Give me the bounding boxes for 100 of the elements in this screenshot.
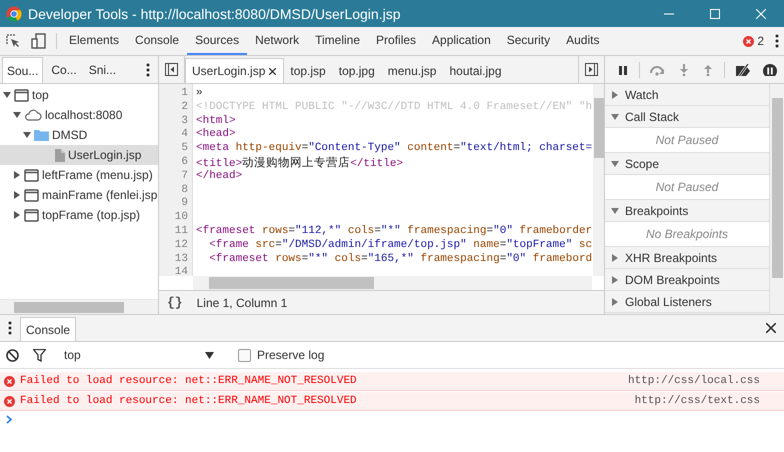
step-out-icon [702, 64, 714, 76]
dropdown-icon [205, 352, 214, 358]
step-over-icon [650, 64, 666, 76]
code-line: » [196, 87, 204, 101]
expanded-arrow-icon[interactable] [23, 131, 31, 139]
empty-message: Not Paused [656, 180, 718, 194]
line-number: 12 [174, 238, 189, 253]
file-tab[interactable]: menu.jsp [382, 58, 444, 83]
panel-tab[interactable]: Console [127, 27, 188, 55]
code-line: <title>动漫购物网上专营店</title> [196, 156, 404, 170]
clear-icon [6, 348, 19, 362]
scrollbar[interactable] [0, 299, 158, 314]
context-dropdown[interactable]: top [52, 348, 220, 362]
panel-tab[interactable]: Audits [558, 27, 608, 55]
frame-icon [24, 208, 39, 222]
code-line: <frameset rows="112,*" cols="*" framespacing="0" frameborder [196, 224, 593, 239]
more-icon [8, 321, 12, 335]
console-tab[interactable]: Console [20, 317, 76, 341]
scrollbar[interactable] [769, 84, 784, 314]
pause-on-exceptions-icon [763, 64, 777, 76]
line-number: 9 [180, 197, 189, 212]
navigator-tab[interactable]: Co... [47, 57, 81, 83]
file-icon [55, 148, 65, 162]
code-line: <!DOCTYPE HTML PUBLIC "-//W3C//DTD HTML 4.0 Frameset//EN" "h [196, 100, 593, 115]
line-number: 5 [180, 142, 189, 156]
frame-icon [24, 188, 39, 202]
panel-tab[interactable]: Application [424, 27, 499, 55]
tree-item[interactable]: mainFrame (fenlei.jsp [0, 185, 158, 205]
pretty-print-button[interactable]: {} [167, 295, 183, 310]
collapsed-arrow-icon[interactable] [13, 191, 21, 199]
line-number: 7 [180, 170, 189, 184]
tree-item[interactable]: localhost:8080 [0, 105, 158, 125]
error-count: 2 [757, 34, 764, 48]
line-number: 11 [174, 224, 189, 239]
code-line: <frameset rows="*" cols="165,*" framespacing="0" framebord [208, 252, 593, 266]
expanded-arrow-icon[interactable] [611, 160, 619, 168]
expanded-arrow-icon[interactable] [13, 111, 21, 119]
line-number: 1 [180, 87, 189, 101]
line-number: 2 [180, 100, 189, 115]
step-into-icon [678, 64, 690, 76]
line-number: 6 [180, 156, 189, 170]
collapsed-arrow-icon[interactable] [611, 90, 619, 98]
deactivate-breakpoints-icon [735, 64, 751, 76]
code-line: <html> [196, 114, 237, 128]
scrollbar[interactable] [593, 84, 604, 276]
code-line: <head> [196, 128, 236, 142]
frame-icon [24, 168, 39, 182]
panel-tab[interactable]: Timeline [307, 27, 368, 55]
device-icon [31, 33, 47, 49]
expanded-arrow-icon[interactable] [3, 91, 11, 99]
sidebar-toggle-icon [585, 63, 598, 76]
file-tab[interactable]: top.jpg [332, 58, 382, 83]
source-link[interactable]: http://css/local.css [628, 375, 760, 387]
error-icon [4, 396, 15, 406]
panel-tab[interactable]: Elements [61, 27, 128, 55]
frame-icon [14, 88, 29, 102]
line-number: 10 [174, 211, 189, 225]
panel-tab[interactable]: Profiles [368, 27, 424, 55]
file-tab[interactable]: houtai.jpg [443, 58, 509, 83]
collapsed-arrow-icon[interactable] [13, 211, 21, 219]
file-tab[interactable]: UserLogin.jsp [185, 58, 284, 83]
line-number: 8 [180, 184, 189, 198]
close-icon [756, 8, 766, 18]
navigator-tab[interactable]: Sni... [84, 57, 120, 83]
close-icon[interactable] [269, 68, 276, 74]
tree-item[interactable]: DMSD [0, 125, 158, 145]
empty-message: Not Paused [656, 133, 718, 147]
sidebar-toggle-icon [165, 63, 178, 76]
empty-message: No Breakpoints [646, 227, 728, 241]
pause-icon [617, 64, 629, 76]
collapsed-arrow-icon[interactable] [611, 254, 619, 262]
panel-tab[interactable]: Network [247, 27, 308, 55]
collapsed-arrow-icon[interactable] [611, 298, 619, 306]
line-number: 4 [180, 128, 189, 142]
collapsed-arrow-icon[interactable] [611, 276, 619, 284]
line-number: 3 [180, 114, 189, 128]
file-tab[interactable]: top.jsp [284, 58, 333, 83]
tree-item[interactable]: leftFrame (menu.jsp) [0, 165, 158, 185]
browser-logo-icon [6, 6, 22, 22]
error-icon [4, 376, 15, 386]
collapsed-arrow-icon[interactable] [13, 171, 21, 179]
more-icon [146, 62, 150, 76]
cursor-position: Line 1, Column 1 [196, 296, 288, 310]
cloud-icon [24, 109, 42, 121]
expanded-arrow-icon[interactable] [611, 206, 619, 214]
checkbox-label[interactable]: Preserve log [257, 348, 324, 362]
maximize-icon [710, 8, 720, 18]
navigator-tab[interactable]: Sou... [2, 57, 44, 83]
tree-item[interactable]: topFrame (top.jsp) [0, 205, 158, 225]
tree-item[interactable]: top [0, 85, 158, 105]
checkbox[interactable] [238, 348, 251, 362]
window-title: Developer Tools - http://localhost:8080/DMSD/UserLogin.jsp [28, 6, 400, 22]
expanded-arrow-icon[interactable] [611, 112, 619, 120]
source-link[interactable]: http://css/text.css [634, 395, 760, 407]
code-line: <meta http-equiv="Content-Type" content="text/html; charset= [196, 142, 593, 156]
line-number: 14 [174, 266, 189, 276]
tree-item[interactable]: UserLogin.jsp [0, 145, 158, 165]
error-icon [743, 36, 754, 46]
panel-tab[interactable]: Security [498, 27, 558, 55]
scrollbar[interactable] [193, 276, 592, 290]
